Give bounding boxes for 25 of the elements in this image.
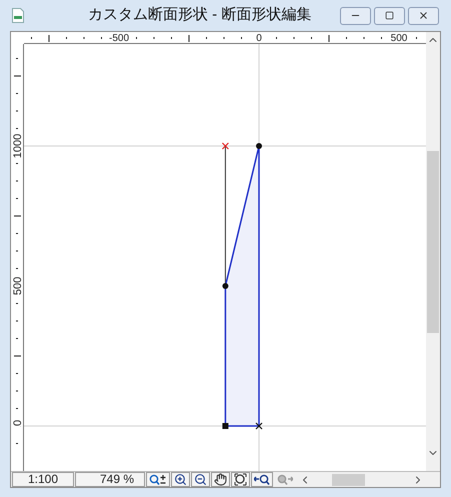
maximize-button[interactable] xyxy=(374,6,405,24)
maximize-icon xyxy=(385,11,394,20)
ruler-label: 500 xyxy=(12,276,24,296)
zoom-toggle-button[interactable] xyxy=(146,472,170,487)
ruler-label: 1000 xyxy=(12,134,24,158)
zoom-out-button[interactable] xyxy=(191,472,210,487)
close-icon xyxy=(418,10,429,21)
back-button[interactable] xyxy=(251,472,273,487)
zoom-fit-button[interactable] xyxy=(231,472,250,487)
window-title: カスタム断面形状 - 断面形状編集 xyxy=(88,5,312,26)
zoom-in-button[interactable] xyxy=(171,472,190,487)
zoom-fit-icon xyxy=(234,473,247,486)
scale-field: 1:100 xyxy=(12,472,74,487)
pan-button[interactable] xyxy=(211,472,230,487)
hand-icon xyxy=(214,473,227,486)
file-icon xyxy=(12,8,24,23)
back-zoom-icon xyxy=(254,474,270,486)
vertical-scroll-thumb[interactable] xyxy=(427,151,439,333)
zoom-field: 749 % xyxy=(75,472,145,487)
zoom-in-icon xyxy=(174,473,187,486)
ruler-label: 0 xyxy=(12,420,24,426)
zoom-out-icon xyxy=(194,473,207,486)
zoom-toggle-icon xyxy=(149,474,167,486)
horizontal-scroll-thumb[interactable] xyxy=(332,474,365,486)
close-button[interactable] xyxy=(408,6,439,24)
